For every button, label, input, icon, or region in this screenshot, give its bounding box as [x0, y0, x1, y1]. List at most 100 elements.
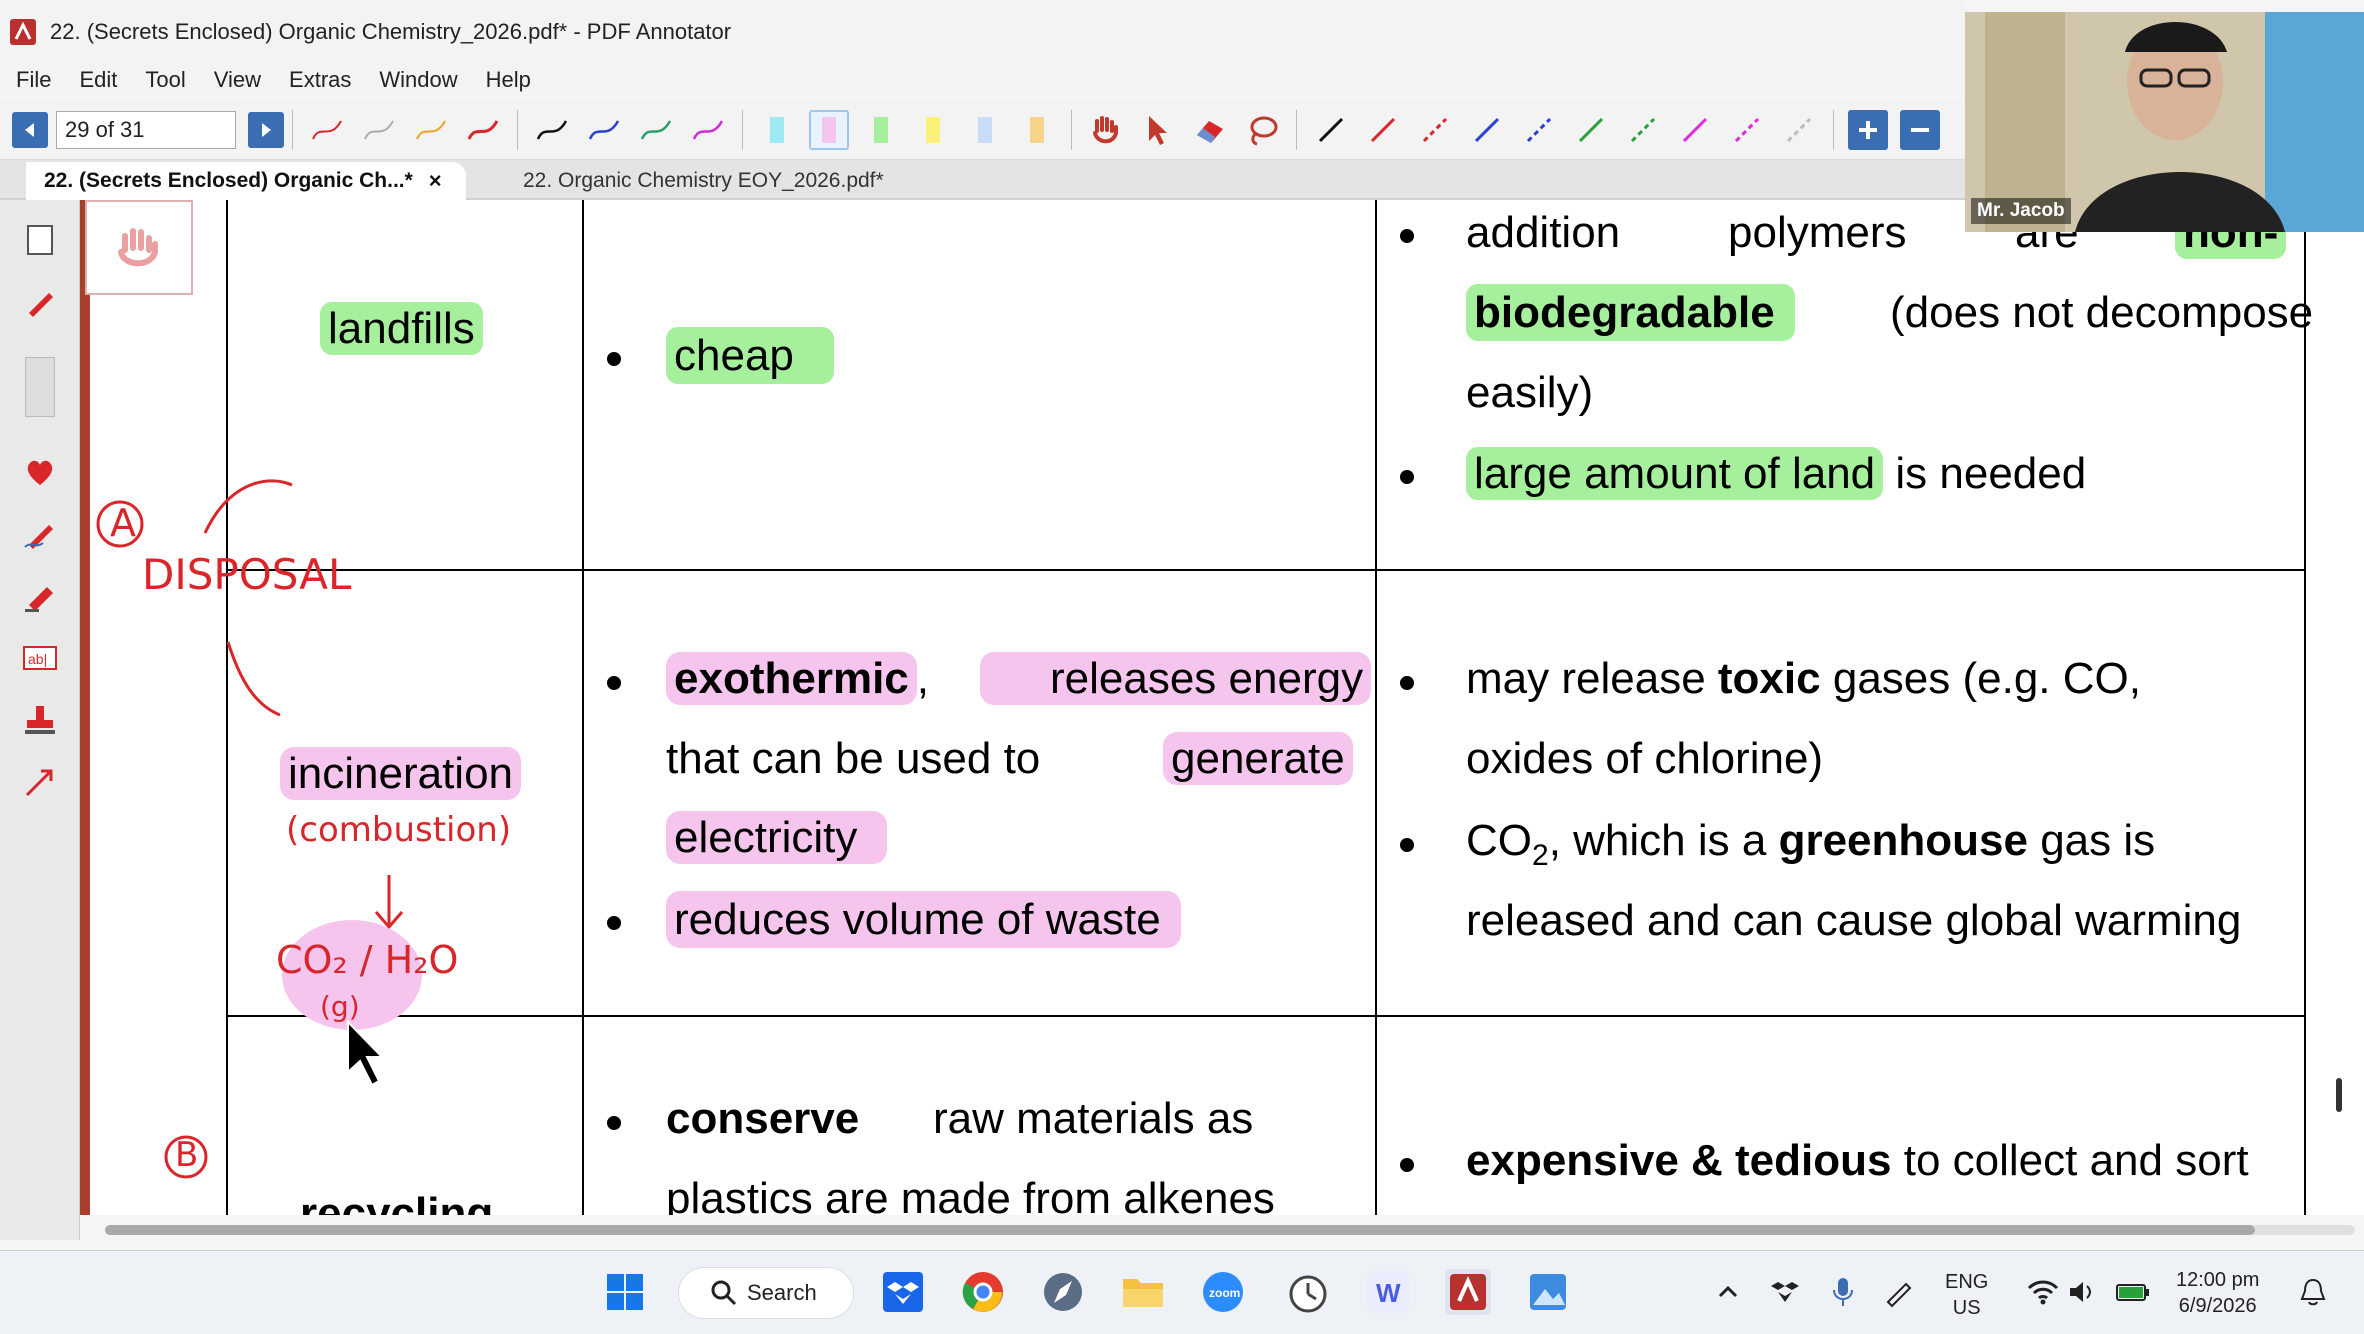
- close-icon[interactable]: ×: [429, 168, 442, 194]
- pen-gray-button[interactable]: [359, 110, 399, 150]
- zoom-out-button[interactable]: [1900, 109, 1940, 150]
- hand-thumbnail[interactable]: [85, 200, 193, 295]
- menu-help[interactable]: Help: [486, 67, 531, 93]
- volume-icon[interactable]: [2060, 1269, 2106, 1315]
- image-app-icon[interactable]: [1525, 1269, 1571, 1315]
- battery-icon[interactable]: [2110, 1269, 2156, 1315]
- windows-start-icon[interactable]: [602, 1269, 648, 1315]
- advantage-text: reduces volume of waste: [666, 891, 1181, 948]
- dropbox-tray-icon[interactable]: [1762, 1269, 1808, 1315]
- eraser-tool-button[interactable]: [1190, 110, 1230, 150]
- highlighter-icon: [926, 116, 940, 143]
- language-indicator[interactable]: ENG US: [1945, 1269, 1988, 1321]
- line-magenta-button[interactable]: [1675, 110, 1715, 150]
- pdf-page-view[interactable]: landfills cheap addition polymers are no…: [80, 200, 2364, 1215]
- line-magenta-dashed-button[interactable]: [1727, 110, 1767, 150]
- clock[interactable]: 12:00 pm 6/9/2026: [2176, 1267, 2259, 1319]
- menu-file[interactable]: File: [16, 67, 51, 93]
- chrome-icon[interactable]: [960, 1269, 1006, 1315]
- advantage-text: exothermic,: [666, 652, 929, 706]
- arrow-tool-icon[interactable]: [18, 760, 62, 804]
- menu-edit[interactable]: Edit: [79, 67, 117, 93]
- search-icon: [711, 1280, 737, 1306]
- pen-stroke-icon: [416, 119, 446, 139]
- marker-sidebar-icon[interactable]: [18, 574, 62, 618]
- page-number-input[interactable]: [56, 110, 236, 149]
- zoom-icon[interactable]: zoom: [1200, 1269, 1246, 1315]
- pen-red-thick-button[interactable]: [463, 110, 503, 150]
- scrollbar-thumb[interactable]: [105, 1225, 2255, 1235]
- highlighter-pink-button[interactable]: [809, 109, 849, 150]
- line-gray-dashed-button[interactable]: [1779, 110, 1819, 150]
- highlighter-lightblue-button[interactable]: [965, 110, 1005, 150]
- tab-secrets-enclosed[interactable]: 22. (Secrets Enclosed) Organic Ch...* ×: [26, 162, 466, 200]
- line-green-button[interactable]: [1571, 110, 1611, 150]
- pen-magenta-button[interactable]: [688, 110, 728, 150]
- pen-blue-sidebar-icon[interactable]: [18, 512, 62, 556]
- pen-tray-icon[interactable]: [1875, 1269, 1921, 1315]
- vertical-scrollbar[interactable]: [2336, 1078, 2342, 1112]
- bullet: [607, 916, 621, 930]
- pen-red-thin-button[interactable]: [307, 110, 347, 150]
- pdf-annotator-taskbar-icon[interactable]: [1445, 1269, 1491, 1315]
- lasso-tool-button[interactable]: [1242, 110, 1282, 150]
- bullet: [607, 676, 621, 690]
- pen-orange-button[interactable]: [411, 110, 451, 150]
- previous-page-button[interactable]: [12, 111, 48, 148]
- dropbox-icon[interactable]: [880, 1269, 926, 1315]
- menu-view[interactable]: View: [214, 67, 261, 93]
- tab-organic-chemistry-eoy[interactable]: 22. Organic Chemistry EOY_2026.pdf*: [505, 162, 902, 200]
- svg-text:W: W: [1376, 1278, 1401, 1308]
- bullet: [1400, 470, 1414, 484]
- microphone-icon[interactable]: [1820, 1269, 1866, 1315]
- chevron-up-icon[interactable]: [1705, 1269, 1751, 1315]
- pen-green-button[interactable]: [636, 110, 676, 150]
- toolbar-separator: [292, 109, 293, 150]
- sidebar-scroll-control[interactable]: [24, 357, 55, 417]
- pen-black-button[interactable]: [532, 110, 572, 150]
- zoom-in-button[interactable]: [1848, 109, 1888, 150]
- highlighter-orange-button[interactable]: [1017, 110, 1057, 150]
- heart-icon[interactable]: [18, 450, 62, 494]
- webcam-overlay: Mr. Jacob: [1965, 12, 2364, 232]
- notification-bell-icon[interactable]: [2290, 1269, 2336, 1315]
- highlighter-yellow-button[interactable]: [913, 110, 953, 150]
- line-red-dashed-button[interactable]: [1415, 110, 1455, 150]
- svg-text:ab|: ab|: [28, 651, 47, 667]
- menu-extras[interactable]: Extras: [289, 67, 351, 93]
- menu-window[interactable]: Window: [379, 67, 457, 93]
- stamp-icon[interactable]: [18, 698, 62, 742]
- handwritten-state: (g): [320, 990, 360, 1023]
- line-green-dashed-button[interactable]: [1623, 110, 1663, 150]
- pen-blue-button[interactable]: [584, 110, 624, 150]
- blank-page-icon[interactable]: [18, 218, 62, 262]
- advantage-text: generate: [1163, 732, 1353, 786]
- pen-stroke-icon: [536, 119, 568, 140]
- next-page-button[interactable]: [248, 111, 284, 148]
- file-explorer-icon[interactable]: [1120, 1269, 1166, 1315]
- select-tool-button[interactable]: [1138, 110, 1178, 150]
- pen-sidebar-icon[interactable]: [18, 280, 62, 324]
- line-icon: [1318, 117, 1344, 142]
- advantage-text: electricity: [666, 811, 888, 865]
- advantage-text: plastics are made from alkenes: [666, 1174, 1275, 1215]
- plus-icon: [1859, 120, 1877, 139]
- toolbar-separator: [742, 109, 743, 150]
- taskbar-search[interactable]: Search: [678, 1267, 854, 1319]
- line-blue-button[interactable]: [1467, 110, 1507, 150]
- text-box-icon[interactable]: ab|: [18, 636, 62, 680]
- highlighter-cyan-button[interactable]: [757, 110, 797, 150]
- menu-tool[interactable]: Tool: [145, 67, 185, 93]
- word-app-icon[interactable]: W: [1365, 1269, 1411, 1315]
- safari-icon[interactable]: [1040, 1269, 1086, 1315]
- highlighter-icon: [822, 116, 836, 143]
- line-blue-dashed-button[interactable]: [1519, 110, 1559, 150]
- line-red-button[interactable]: [1363, 110, 1403, 150]
- arrow-left-icon: [25, 122, 34, 137]
- clock-app-icon[interactable]: [1285, 1269, 1331, 1315]
- highlighter-green-button[interactable]: [861, 110, 901, 150]
- line-black-button[interactable]: [1311, 110, 1351, 150]
- hand-tool-button[interactable]: [1086, 110, 1126, 150]
- table-border: [2304, 200, 2306, 1215]
- horizontal-scrollbar[interactable]: [105, 1225, 2355, 1235]
